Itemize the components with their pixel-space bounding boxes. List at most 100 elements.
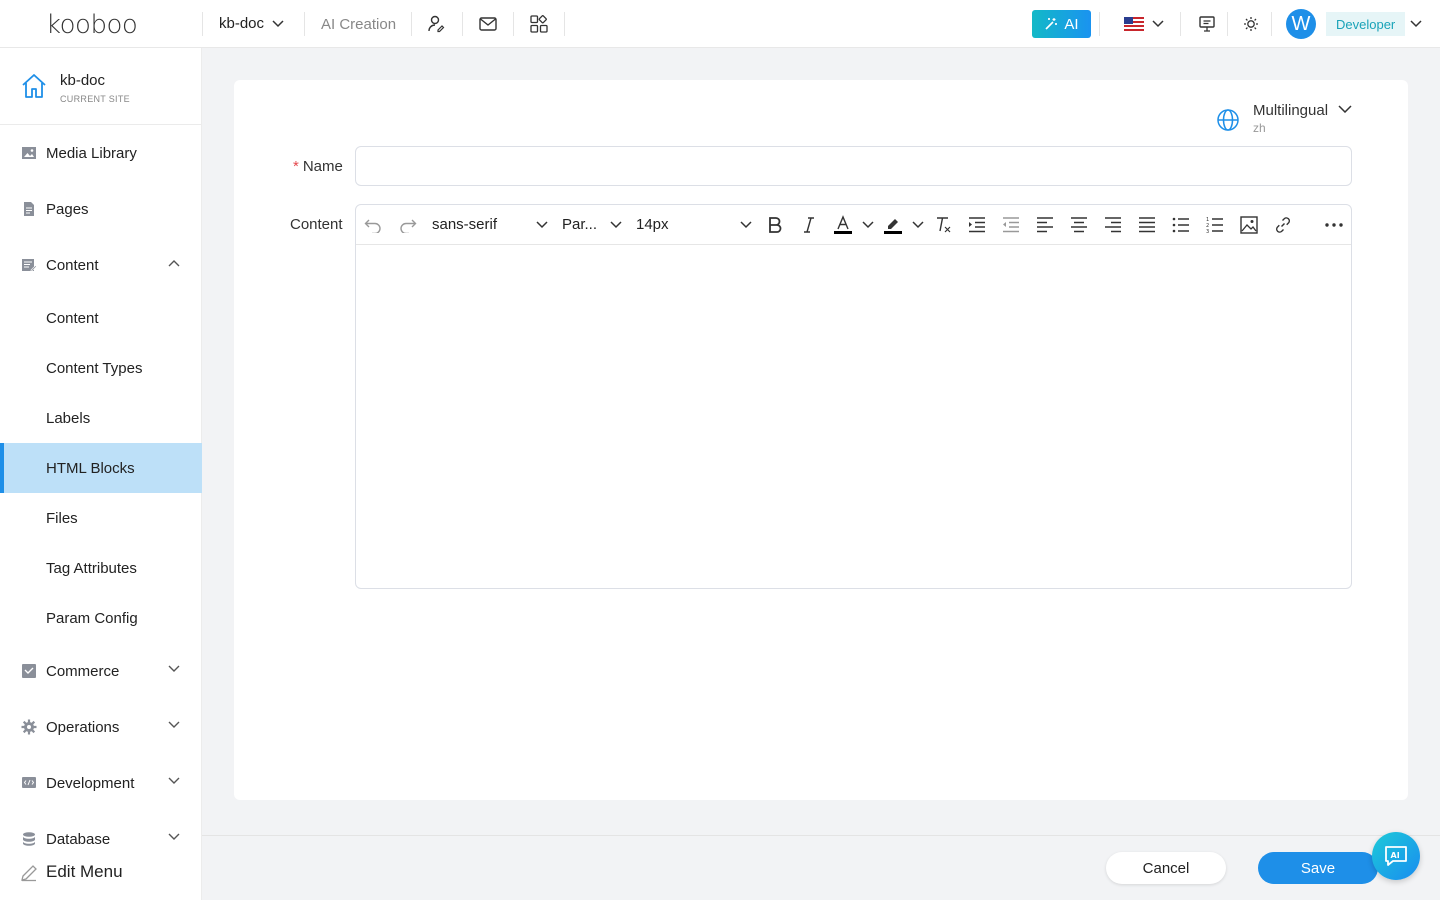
required-mark: * (293, 158, 299, 175)
sidebar-item-label: Content Types (46, 359, 143, 377)
user-pen-icon[interactable] (426, 14, 446, 34)
multilingual-label: Multilingual (1253, 102, 1329, 119)
ai-button[interactable]: AI (1032, 10, 1091, 38)
logo[interactable]: kooboo (46, 10, 138, 40)
name-label: * Name (293, 158, 343, 175)
chevron-down-icon (168, 721, 180, 728)
divider (1271, 12, 1272, 36)
sidebar-item-labels[interactable]: Labels (0, 393, 202, 443)
sidebar-item-content-types[interactable]: Content Types (0, 343, 202, 393)
align-center-icon[interactable] (1069, 215, 1089, 235)
numbered-list-icon[interactable]: 123 (1205, 215, 1225, 235)
sidebar-item-development[interactable]: Development (0, 758, 202, 808)
ai-chat-icon: AI (1385, 846, 1407, 866)
current-site-header[interactable]: kb-doc CURRENT SITE (0, 48, 201, 125)
divider (462, 12, 463, 36)
ai-assistant-button[interactable]: AI (1372, 832, 1420, 880)
indent-icon[interactable] (967, 215, 987, 235)
redo-icon[interactable] (398, 215, 418, 235)
align-left-icon[interactable] (1035, 215, 1055, 235)
outdent-icon[interactable] (1001, 215, 1021, 235)
globe-icon (1217, 109, 1239, 131)
save-button[interactable]: Save (1258, 852, 1378, 884)
chevron-down-icon[interactable] (862, 221, 874, 229)
site-caption: CURRENT SITE (60, 94, 130, 104)
sidebar-item-label: Content (46, 256, 99, 274)
role-badge[interactable]: Developer (1326, 12, 1406, 36)
sidebar-item-tag-attributes[interactable]: Tag Attributes (0, 543, 202, 593)
image-icon (22, 147, 36, 159)
pencil-icon (21, 865, 37, 882)
chevron-down-icon[interactable] (1152, 20, 1164, 28)
bullet-list-icon[interactable] (1171, 215, 1191, 235)
chevron-down-icon[interactable] (1410, 20, 1422, 28)
content-label: Content (290, 216, 343, 233)
link-icon[interactable] (1273, 215, 1293, 235)
chevron-down-icon (168, 777, 180, 784)
editor-content-area[interactable] (356, 246, 1351, 588)
divider (202, 12, 203, 36)
align-right-icon[interactable] (1103, 215, 1123, 235)
cancel-button[interactable]: Cancel (1106, 852, 1226, 884)
name-label-text: Name (302, 158, 343, 175)
sidebar-item-operations[interactable]: Operations (0, 702, 202, 752)
sidebar-item-label: HTML Blocks (46, 459, 135, 477)
presentation-icon[interactable] (1197, 14, 1217, 34)
chevron-down-icon (168, 665, 180, 672)
sidebar-item-html-blocks[interactable]: HTML Blocks (0, 443, 202, 493)
sidebar-item-label: Param Config (46, 609, 138, 627)
rich-text-editor: sans-serif Par... 14px 1 2 3 (355, 204, 1352, 589)
sidebar-item-param-config[interactable]: Param Config (0, 593, 202, 643)
edit-menu-button[interactable]: Edit Menu (0, 856, 202, 888)
block-format-select[interactable]: Par... (562, 216, 597, 233)
commerce-icon (22, 664, 36, 678)
sidebar-item-label: Tag Attributes (46, 559, 137, 577)
ai-creation-link[interactable]: AI Creation (321, 16, 396, 33)
undo-icon[interactable] (363, 215, 383, 235)
name-input[interactable] (355, 146, 1352, 186)
sidebar-item-label: Media Library (46, 144, 137, 162)
sidebar-item-pages[interactable]: Pages (0, 184, 202, 234)
chevron-down-icon[interactable] (912, 221, 924, 229)
divider (304, 12, 305, 36)
sidebar-item-commerce[interactable]: Commerce (0, 646, 202, 696)
sidebar-item-content[interactable]: Content (0, 293, 202, 343)
database-icon (23, 832, 35, 846)
multilingual-select[interactable]: Multilingual zh (1216, 102, 1356, 138)
font-size-select[interactable]: 14px (636, 216, 669, 233)
mail-icon[interactable] (478, 14, 498, 34)
divider (1180, 12, 1181, 36)
site-name: kb-doc (60, 72, 106, 89)
chevron-down-icon[interactable] (740, 221, 752, 229)
sidebar-item-label: Pages (46, 200, 89, 218)
clear-format-icon[interactable] (933, 215, 953, 235)
us-flag-icon[interactable] (1124, 17, 1144, 31)
align-justify-icon[interactable] (1137, 215, 1157, 235)
sun-icon[interactable] (1241, 14, 1261, 34)
sidebar-item-files[interactable]: Files (0, 493, 202, 543)
sidebar-item-label: Content (46, 309, 99, 327)
svg-text:3: 3 (1206, 229, 1209, 234)
multilingual-value: zh (1253, 121, 1266, 135)
bold-icon[interactable] (765, 215, 785, 235)
sidebar-item-content-group[interactable]: Content (0, 240, 202, 290)
avatar[interactable]: W (1286, 9, 1316, 39)
text-color-icon[interactable] (833, 215, 853, 235)
chevron-down-icon[interactable] (610, 221, 622, 229)
edit-menu-label: Edit Menu (46, 862, 123, 881)
italic-icon[interactable] (799, 215, 819, 235)
highlight-color-icon[interactable] (883, 215, 903, 235)
page-icon (24, 202, 34, 216)
footer-divider (202, 835, 1440, 836)
apps-grid-icon[interactable] (529, 14, 549, 34)
sidebar-item-media-library[interactable]: Media Library (0, 128, 202, 178)
image-icon[interactable] (1239, 215, 1259, 235)
home-icon (22, 74, 46, 98)
site-select[interactable]: kb-doc (219, 15, 284, 32)
sidebar-item-label: Commerce (46, 662, 120, 680)
sidebar-item-label: Labels (46, 409, 91, 427)
more-icon[interactable] (1324, 215, 1344, 235)
chevron-down-icon[interactable] (536, 221, 548, 229)
sidebar-item-label: Files (46, 509, 78, 527)
font-family-select[interactable]: sans-serif (432, 216, 497, 233)
